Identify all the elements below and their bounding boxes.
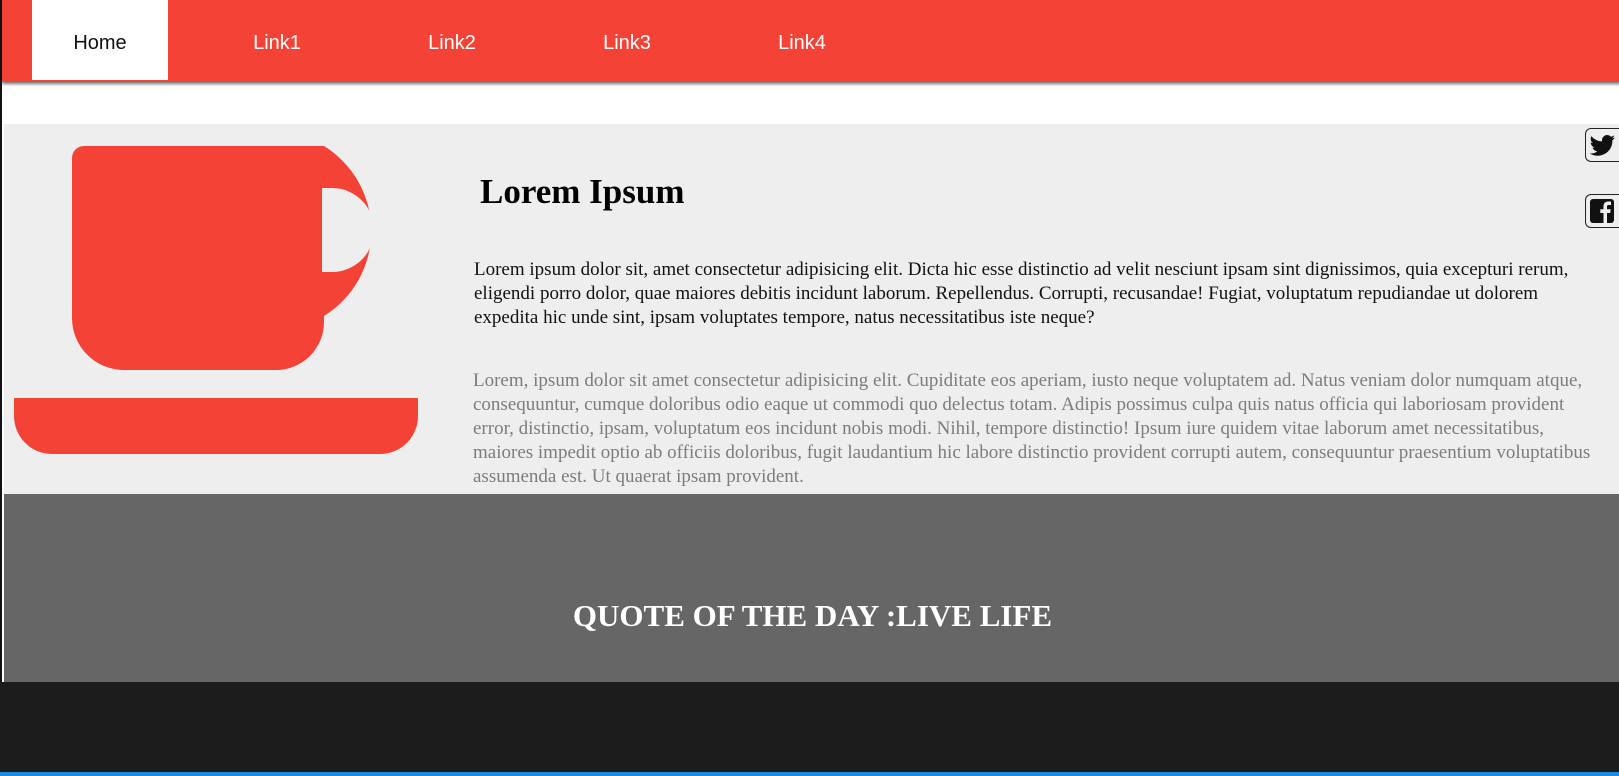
nav-link1[interactable]: Link1 [232,0,322,80]
coffee-cup-icon [14,146,434,481]
content-section: Lorem Ipsum Lorem ipsum dolor sit, amet … [4,124,1619,494]
content-title: Lorem Ipsum [480,172,685,211]
nav-link3[interactable]: Link3 [582,0,672,80]
quote-section: QUOTE OF THE DAY :LIVE LIFE [4,494,1619,682]
top-navbar: Home Link1 Link2 Link3 Link4 [2,0,1619,82]
content-paragraph-secondary: Lorem, ipsum dolor sit amet consectetur … [473,370,1591,487]
nav-link2[interactable]: Link2 [407,0,497,80]
browser-frame: Home Link1 Link2 Link3 Link4 Lorem Ipsum… [0,0,1619,682]
nav-home[interactable]: Home [32,0,168,80]
facebook-icon[interactable] [1585,194,1619,228]
quote-text: QUOTE OF THE DAY :LIVE LIFE [572,598,1053,633]
content-paragraph-primary: Lorem ipsum dolor sit, amet consectetur … [474,259,1569,328]
twitter-icon[interactable] [1585,128,1619,162]
bottom-accent-line [0,772,1619,776]
nav-link4[interactable]: Link4 [757,0,847,80]
page: Home Link1 Link2 Link3 Link4 Lorem Ipsum… [0,0,1619,776]
